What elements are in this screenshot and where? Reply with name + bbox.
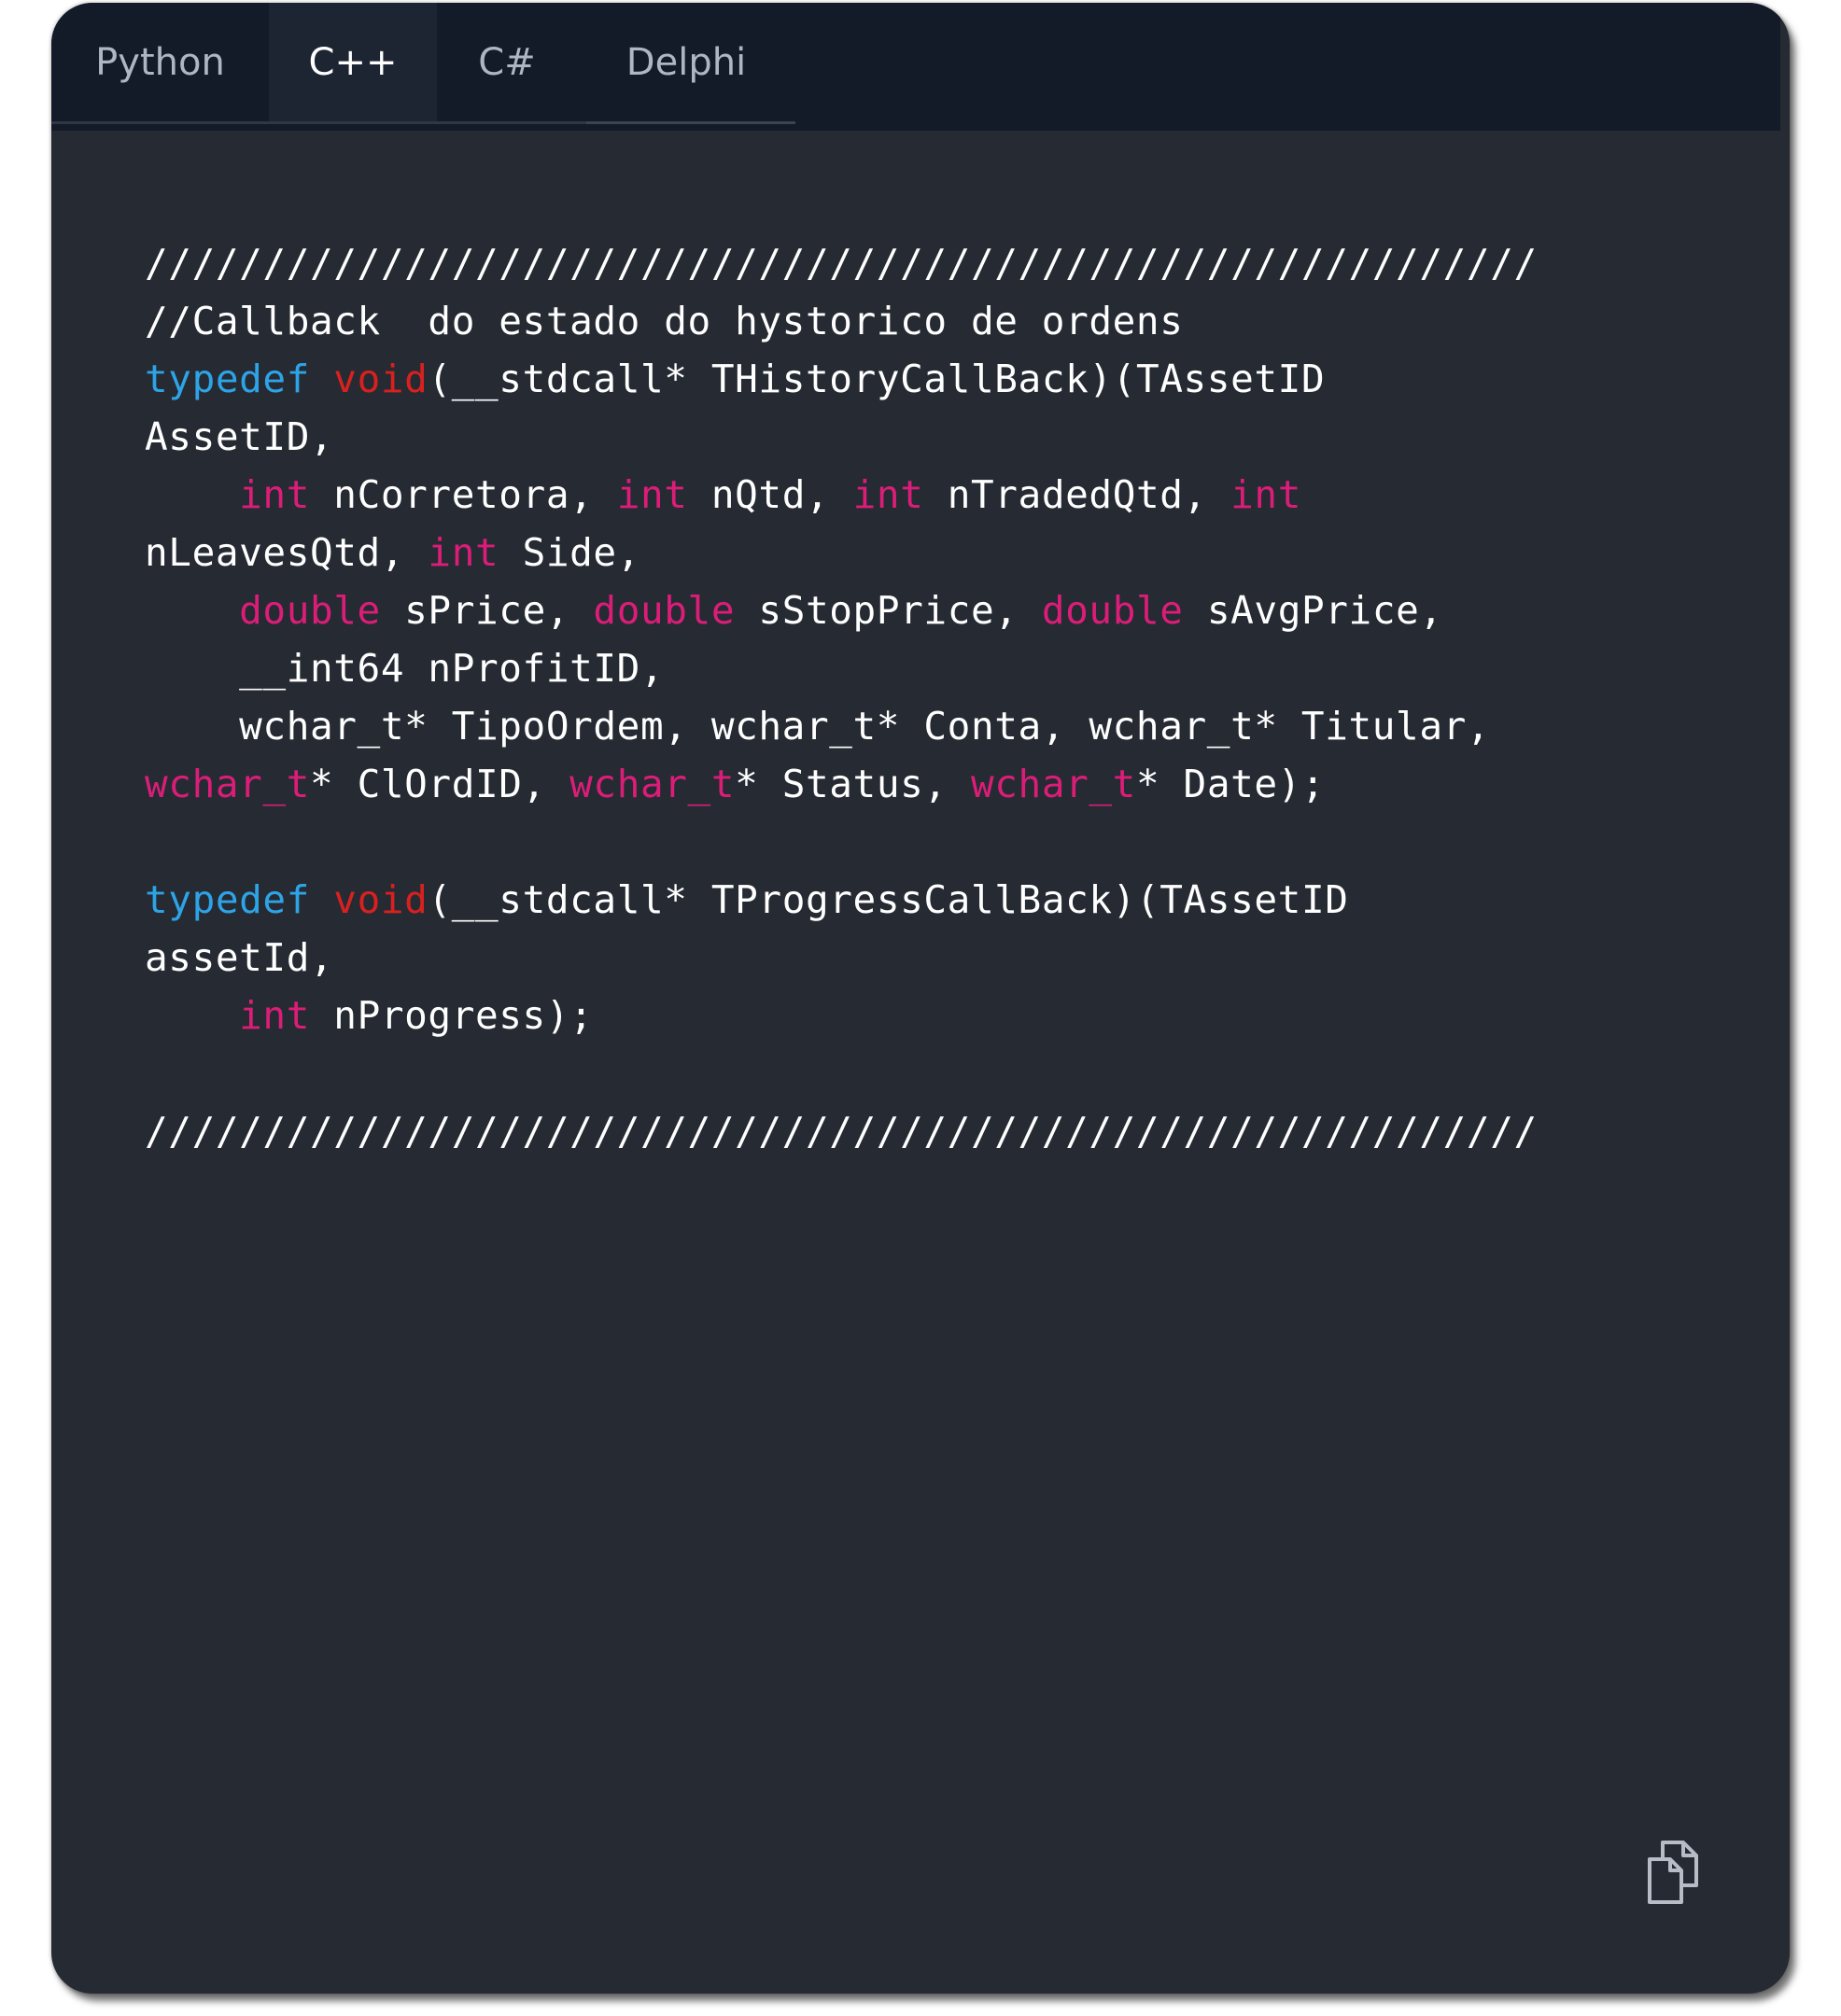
code-text: nProgress); bbox=[310, 993, 594, 1038]
language-tabs: Python C++ C# Delphi bbox=[51, 3, 795, 121]
code-line: assetId, bbox=[145, 929, 1538, 987]
tab-cpp[interactable]: C++ bbox=[269, 3, 437, 121]
code-text: * Date); bbox=[1135, 762, 1326, 806]
code-text: nCorretora, bbox=[310, 472, 617, 517]
code-text: nQtd, bbox=[687, 472, 853, 517]
code-keyword: typedef bbox=[145, 357, 310, 401]
code-keyword: int bbox=[852, 472, 924, 517]
code-keyword: void bbox=[333, 877, 429, 922]
code-text: sPrice, bbox=[380, 588, 594, 633]
code-line: ////////////////////////////////////////… bbox=[145, 1102, 1538, 1160]
code-line: typedef void(__stdcall* TProgressCallBac… bbox=[145, 871, 1538, 929]
tab-python[interactable]: Python bbox=[51, 3, 269, 121]
code-keyword: wchar_t bbox=[970, 762, 1136, 806]
code-keyword: typedef bbox=[145, 877, 310, 922]
code-keyword: int bbox=[239, 472, 310, 517]
copy-button[interactable] bbox=[1638, 1837, 1704, 1908]
code-keyword: wchar_t bbox=[569, 762, 736, 806]
code-line: int nCorretora, int nQtd, int nTradedQtd… bbox=[145, 466, 1538, 524]
code-text: * ClOrdID, bbox=[310, 762, 570, 806]
tab-delphi[interactable]: Delphi bbox=[577, 3, 795, 121]
code-text: Side, bbox=[499, 530, 640, 575]
code-line: typedef void(__stdcall* THistoryCallBack… bbox=[145, 350, 1538, 408]
code-line: wchar_t* TipoOrdem, wchar_t* Conta, wcha… bbox=[145, 697, 1538, 755]
code-text: __int64 nProfitID, bbox=[145, 646, 665, 691]
code-text: ////////////////////////////////////////… bbox=[145, 1109, 1538, 1154]
code-text: * Status, bbox=[735, 762, 971, 806]
code-keyword: int bbox=[239, 993, 310, 1038]
code-keyword: int bbox=[616, 472, 688, 517]
tab-csharp[interactable]: C# bbox=[437, 3, 577, 121]
code-window: Python C++ C# Delphi ///////////////////… bbox=[51, 3, 1790, 1994]
code-text: AssetID, bbox=[145, 414, 334, 459]
code-text: (__stdcall* THistoryCallBack)(TAssetID bbox=[428, 357, 1326, 401]
code-keyword: double bbox=[1041, 588, 1184, 633]
copy-icon bbox=[1648, 1841, 1698, 1904]
code-text: (__stdcall* TProgressCallBack)(TAssetID bbox=[428, 877, 1349, 922]
code-text: nTradedQtd, bbox=[923, 472, 1231, 517]
code-line: AssetID, bbox=[145, 408, 1538, 466]
code-text: sAvgPrice, bbox=[1183, 588, 1443, 633]
language-tab-bar: Python C++ C# Delphi bbox=[51, 3, 1780, 131]
code-text: assetId, bbox=[145, 935, 334, 980]
code-keyword: wchar_t bbox=[145, 762, 310, 806]
code-line: __int64 nProfitID, bbox=[145, 639, 1538, 697]
code-keyword: void bbox=[333, 357, 429, 401]
code-text: //Callback do estado do hystorico de ord… bbox=[145, 299, 1184, 343]
tab-underline-segment bbox=[586, 121, 795, 124]
code-line: double sPrice, double sStopPrice, double… bbox=[145, 581, 1538, 639]
code-line: //Callback do estado do hystorico de ord… bbox=[145, 292, 1538, 350]
code-line: wchar_t* ClOrdID, wchar_t* Status, wchar… bbox=[145, 755, 1538, 813]
code-text: nLeavesQtd, bbox=[145, 530, 429, 575]
code-text: ////////////////////////////////////////… bbox=[145, 241, 1538, 286]
code-keyword: int bbox=[428, 530, 499, 575]
code-block: ////////////////////////////////////////… bbox=[145, 234, 1538, 1160]
code-keyword: double bbox=[593, 588, 736, 633]
code-line: ////////////////////////////////////////… bbox=[145, 234, 1538, 292]
code-line: int nProgress); bbox=[145, 987, 1538, 1044]
code-text: sStopPrice, bbox=[735, 588, 1042, 633]
code-keyword: int bbox=[1230, 472, 1301, 517]
code-keyword: double bbox=[239, 588, 381, 633]
code-line: nLeavesQtd, int Side, bbox=[145, 524, 1538, 581]
code-text: wchar_t* TipoOrdem, wchar_t* Conta, wcha… bbox=[145, 704, 1491, 749]
